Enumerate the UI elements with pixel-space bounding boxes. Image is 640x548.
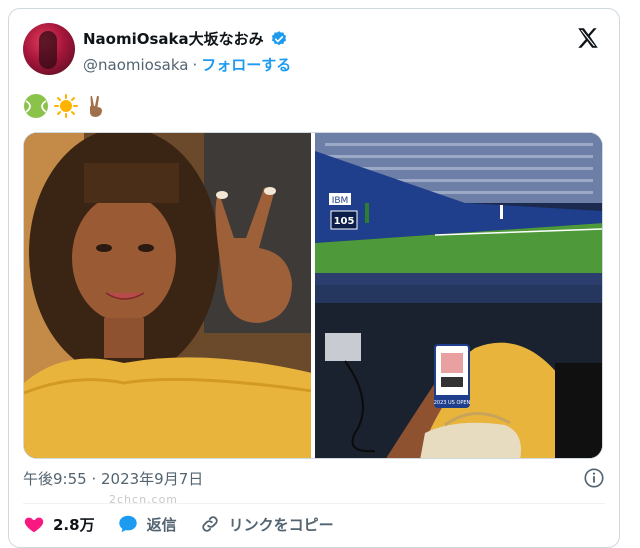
- sun-emoji-icon: [54, 94, 78, 118]
- selfie-illustration: [24, 133, 311, 458]
- photo-stadium[interactable]: IBM 105 2023 US OPEN: [315, 133, 602, 458]
- author-handle-row: @naomiosaka · フォローする: [83, 54, 291, 75]
- copy-link-label: リンクをコピー: [228, 515, 334, 534]
- like-count: 2.8万: [53, 515, 95, 534]
- victory-hand-emoji-icon: [90, 95, 102, 117]
- x-logo-icon[interactable]: [575, 25, 601, 51]
- like-button[interactable]: 2.8万: [23, 513, 95, 535]
- ibm-sign: IBM: [332, 196, 349, 206]
- credential-badge-text: 2023 US OPEN: [434, 400, 471, 406]
- author-handle[interactable]: @naomiosaka: [83, 56, 188, 74]
- post-timestamp[interactable]: 午後9:55 · 2023年9月7日: [23, 468, 203, 489]
- watermark-text: 2chcn.com: [109, 493, 179, 506]
- media-grid[interactable]: IBM 105 2023 US OPEN: [23, 132, 603, 459]
- reply-label: 返信: [146, 515, 177, 534]
- info-icon[interactable]: [583, 467, 605, 489]
- heart-icon: [24, 517, 44, 533]
- avatar[interactable]: [23, 23, 75, 75]
- divider: [23, 503, 605, 504]
- author-display-name[interactable]: NaomiOsaka大坂なおみ: [83, 28, 264, 49]
- action-bar: 2.8万 返信 リンクをコピー: [23, 513, 334, 535]
- tennis-ball-emoji-icon: [24, 94, 48, 118]
- follow-button[interactable]: フォローする: [201, 54, 291, 75]
- link-icon: [201, 516, 218, 532]
- post-text-emojis: [23, 93, 109, 119]
- timestamp-row: 午後9:55 · 2023年9月7日: [23, 467, 605, 489]
- author-name-row: NaomiOsaka大坂なおみ: [83, 28, 288, 49]
- separator-dot: ·: [192, 55, 198, 74]
- reply-button[interactable]: 返信: [117, 513, 177, 535]
- serve-speed-sign: 105: [334, 216, 355, 227]
- copy-link-button[interactable]: リンクをコピー: [199, 513, 334, 535]
- stadium-illustration: IBM 105 2023 US OPEN: [315, 133, 602, 458]
- post-card: NaomiOsaka大坂なおみ @naomiosaka · フォローする IBM…: [8, 8, 620, 548]
- verified-badge-icon: [271, 30, 286, 45]
- photo-selfie[interactable]: [24, 133, 311, 458]
- reply-bubble-icon: [118, 515, 137, 533]
